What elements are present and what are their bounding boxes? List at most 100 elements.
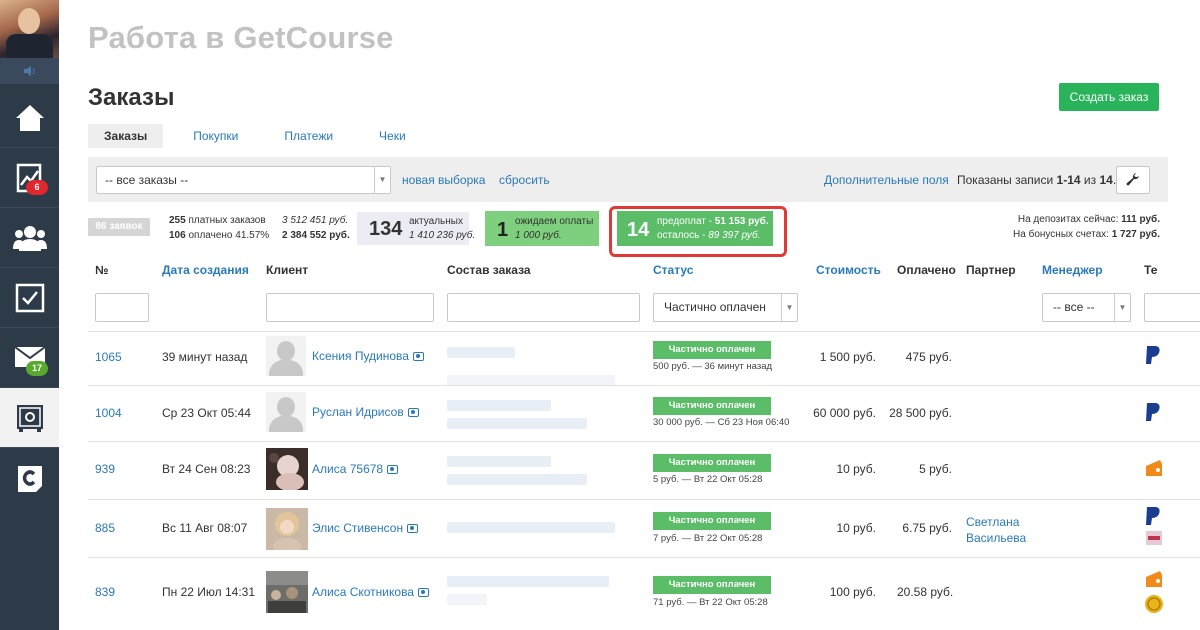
col-composition: Состав заказа: [447, 263, 531, 277]
sidebar-item-sales[interactable]: [0, 388, 59, 448]
tab-purchases[interactable]: Покупки: [177, 124, 254, 148]
id-card-icon[interactable]: [412, 352, 424, 361]
coin-icon: [1145, 595, 1163, 613]
order-number-link[interactable]: 939: [95, 462, 115, 476]
partner-link[interactable]: Светлана Васильева: [966, 514, 1034, 546]
manager-filter-select[interactable]: -- все -- ▼: [1042, 293, 1131, 322]
col-created[interactable]: Дата создания: [162, 263, 249, 277]
order-number-link[interactable]: 885: [95, 521, 115, 535]
order-date: Пн 22 Июл 14:31: [162, 585, 255, 599]
yandex-money-icon: [1146, 460, 1162, 476]
order-date: Вт 24 Сен 08:23: [162, 462, 251, 476]
avatar[interactable]: [266, 571, 308, 613]
composition-filter-input[interactable]: [447, 293, 640, 322]
sidebar-item-analytics[interactable]: 6: [0, 148, 59, 208]
records-shown: Показаны записи 1-14 из 14.: [957, 173, 1117, 187]
divider: [88, 557, 1200, 558]
avatar[interactable]: [266, 392, 306, 432]
divider: [88, 385, 1200, 386]
chevron-down-icon: ▼: [374, 167, 390, 193]
order-number-link[interactable]: 839: [95, 585, 115, 599]
id-card-icon[interactable]: [407, 524, 419, 533]
extra-fields-link[interactable]: Дополнительные поля: [824, 173, 949, 187]
sidebar-item-getcourse[interactable]: [0, 448, 59, 508]
col-status[interactable]: Статус: [653, 263, 693, 277]
col-client: Клиент: [266, 263, 309, 277]
client-link[interactable]: Элис Стивенсон: [312, 521, 419, 535]
tab-receipts[interactable]: Чеки: [363, 124, 422, 148]
reset-link[interactable]: сбросить: [499, 173, 550, 187]
getcourse-logo-icon: [17, 466, 42, 492]
order-paid: 20.58 руб.: [897, 585, 954, 599]
status-badge: Частично оплачен: [653, 454, 771, 472]
divider: [88, 331, 1200, 332]
col-partner: Партнер: [966, 263, 1016, 277]
orders-filter-select[interactable]: -- все заказы -- ▼: [96, 166, 391, 194]
wrench-icon: [1126, 173, 1139, 186]
col-number: №: [95, 263, 109, 277]
id-card-icon[interactable]: [407, 408, 419, 417]
orders-filter-value: -- все заказы --: [105, 173, 189, 187]
new-selection-link[interactable]: новая выборка: [402, 173, 485, 187]
tab-payments[interactable]: Платежи: [268, 124, 349, 148]
order-date: Вс 11 Авг 08:07: [162, 521, 248, 535]
client-link[interactable]: Алиса Скотникова: [312, 585, 429, 599]
order-paid: 5 руб.: [919, 462, 952, 476]
order-number-link[interactable]: 1004: [95, 406, 122, 420]
client-link[interactable]: Алиса 75678: [312, 462, 399, 476]
sidebar-item-home[interactable]: [0, 88, 59, 148]
checkbox-icon: [15, 283, 44, 312]
id-card-icon[interactable]: [417, 588, 429, 597]
col-manager[interactable]: Менеджер: [1042, 263, 1103, 277]
page-title: Заказы: [88, 84, 175, 111]
order-number-link[interactable]: 1065: [95, 350, 122, 364]
avatar[interactable]: [266, 448, 308, 490]
settings-button[interactable]: [1116, 166, 1150, 194]
col-paid: Оплачено: [897, 263, 956, 277]
safe-icon: [16, 404, 43, 432]
home-icon: [15, 104, 44, 131]
status-filter-select[interactable]: Частично оплачен ▼: [653, 293, 798, 322]
manager-filter-value: -- все --: [1053, 300, 1095, 314]
order-paid: 6.75 руб.: [902, 521, 952, 535]
number-filter-input[interactable]: [95, 293, 149, 322]
sidebar: 6 17: [0, 0, 59, 630]
create-order-button[interactable]: Создать заказ: [1059, 83, 1159, 111]
analytics-badge: 6: [26, 180, 48, 195]
client-link[interactable]: Ксения Пудинова: [312, 349, 424, 363]
sidebar-item-messages[interactable]: 17: [0, 328, 59, 388]
order-cost: 100 руб.: [829, 585, 876, 599]
school-title: Работа в GetCourse: [88, 20, 394, 55]
order-cost: 10 руб.: [836, 462, 876, 476]
awaiting-payment-box[interactable]: 1 ожидаем оплаты 1 000 руб.: [485, 211, 599, 246]
id-card-icon[interactable]: [387, 465, 399, 474]
orders-count-chip[interactable]: 86 заявок: [88, 218, 150, 236]
deposit-balance: На депозитах сейчас: 111 руб.: [1017, 214, 1160, 225]
status-detail: 71 руб. — Вт 22 Окт 05:28: [653, 597, 768, 608]
order-cost: 60 000 руб.: [813, 406, 876, 420]
highlight-frame: [609, 206, 787, 257]
tab-orders[interactable]: Заказы: [88, 124, 164, 148]
messages-badge: 17: [26, 361, 48, 376]
avatar[interactable]: [266, 336, 306, 376]
order-paid: 28 500 руб.: [889, 406, 952, 420]
col-cost[interactable]: Стоимость: [816, 263, 881, 277]
paid-orders-stats[interactable]: 255 платных заказов 3 512 451 руб. 106 о…: [169, 215, 350, 245]
order-cost: 1 500 руб.: [819, 350, 876, 364]
avatar[interactable]: [266, 508, 308, 550]
filter-bar: -- все заказы -- ▼ новая выборка сбросит…: [88, 157, 1168, 202]
chevron-down-icon: ▼: [1114, 294, 1130, 321]
col-extra: Те: [1144, 263, 1158, 277]
user-avatar[interactable]: [0, 0, 59, 58]
extra-filter-input[interactable]: [1144, 293, 1200, 322]
status-badge: Частично оплачен: [653, 576, 771, 594]
sidebar-item-tasks[interactable]: [0, 268, 59, 328]
client-filter-input[interactable]: [266, 293, 434, 322]
actual-orders-box[interactable]: 134 актуальных 1 410 236 руб.: [357, 212, 475, 245]
order-date: Ср 23 Окт 05:44: [162, 406, 251, 420]
client-link[interactable]: Руслан Идрисов: [312, 405, 419, 419]
payment-card-icon: [1146, 531, 1162, 545]
sidebar-item-users[interactable]: [0, 208, 59, 268]
status-detail: 5 руб. — Вт 22 Окт 05:28: [653, 474, 763, 485]
sound-icon[interactable]: [0, 58, 59, 84]
